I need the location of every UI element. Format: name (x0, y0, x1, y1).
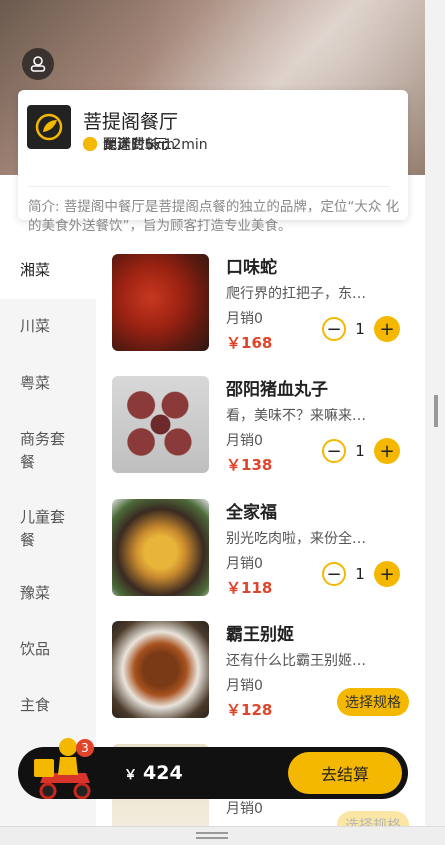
dish-name: 邵阳猪血丸子 (226, 380, 328, 400)
minus-icon: − (326, 563, 342, 585)
vertical-scrollbar[interactable] (425, 0, 445, 844)
currency-symbol: ￥ (226, 334, 242, 352)
shop-logo (27, 105, 71, 149)
dish-sales: 月销0 (226, 433, 263, 449)
category-label: 儿童套餐 (20, 508, 66, 549)
dish-price: ￥138 (226, 454, 272, 475)
dish-sales: 月销0 (226, 556, 263, 572)
category-item-chuan[interactable]: 川菜 (0, 315, 96, 338)
card-divider (28, 186, 390, 187)
shop-info-card: 菩提阁餐厅 距离1.5km 配送费6元 预计时长 12min 简介: 菩提阁中餐… (18, 90, 408, 234)
dish-sales: 月销0 (226, 678, 263, 694)
minus-icon: − (326, 318, 342, 340)
scroll-grip-icon[interactable] (434, 395, 438, 427)
plus-icon: + (379, 440, 395, 462)
dish-image (112, 621, 209, 718)
dish-image (112, 376, 209, 473)
shop-name: 菩提阁餐厅 (83, 111, 179, 133)
dish-image (112, 499, 209, 596)
dish-item[interactable]: 霸王别姬 还有什么比霸王别姬… 月销0 ￥128 选择规格 (96, 610, 425, 732)
currency-symbol: ￥ (226, 579, 242, 597)
cart-bar: 3 ￥ 424 去结算 (18, 738, 408, 800)
quantity-stepper: − 1 + (322, 561, 400, 587)
dish-item[interactable]: 邵阳猪血丸子 看，美味不？来嘛来… 月销0 ￥138 − 1 + (96, 365, 425, 487)
currency-symbol: ￥ (226, 701, 242, 719)
category-label: 川菜 (20, 317, 51, 335)
cart-total: ￥ 424 (124, 762, 183, 784)
category-item-yu[interactable]: 豫菜 (0, 582, 96, 605)
decrease-button[interactable]: − (322, 562, 346, 586)
dish-price: ￥128 (226, 699, 272, 720)
resize-grip-icon[interactable] (196, 832, 228, 839)
currency-symbol: ￥ (226, 456, 242, 474)
price-value: 128 (241, 701, 273, 719)
quantity-stepper: − 1 + (322, 316, 400, 342)
category-label: 商务套餐 (20, 430, 66, 471)
quantity-value: 1 (355, 442, 365, 460)
checkout-button[interactable]: 去结算 (288, 752, 402, 794)
select-spec-button[interactable]: 选择规格 (337, 811, 409, 826)
category-item-staple[interactable]: 主食 (0, 694, 96, 717)
decrease-button[interactable]: − (322, 439, 346, 463)
plus-icon: + (379, 318, 395, 340)
delivery-fee-text: 配送费6元 (103, 137, 168, 153)
category-label: 湘菜 (20, 261, 51, 279)
dish-desc: 看，美味不？来嘛来… (226, 408, 366, 424)
category-item-xiang[interactable]: 湘菜 (0, 243, 96, 299)
price-value: 118 (241, 579, 273, 597)
total-amount: 424 (143, 762, 183, 784)
bottom-resize-bar[interactable] (0, 826, 445, 845)
leaf-logo-icon (35, 113, 63, 141)
dish-desc: 别光吃肉啦，来份全… (226, 531, 366, 547)
dish-price: ￥118 (226, 577, 272, 598)
dish-price: ￥168 (226, 332, 272, 353)
dish-item[interactable]: 全家福 别光吃肉啦，来份全… 月销0 ￥118 − 1 + (96, 488, 425, 610)
category-label: 主食 (20, 696, 51, 714)
user-icon (30, 56, 46, 72)
shop-meta: 距离1.5km 配送费6元 预计时长 12min (83, 135, 401, 156)
price-value: 138 (241, 456, 273, 474)
dish-desc: 爬行界的扛把子，东… (226, 286, 366, 302)
user-avatar[interactable] (22, 48, 54, 80)
dish-item[interactable]: 口味蛇 爬行界的扛把子，东… 月销0 ￥168 − 1 + (96, 243, 425, 365)
category-item-yue[interactable]: 粤菜 (0, 372, 96, 395)
decrease-button[interactable]: − (322, 317, 346, 341)
category-label: 饮品 (20, 640, 51, 658)
category-item-kids-set[interactable]: 儿童套餐 (0, 506, 96, 552)
category-item-drinks[interactable]: 饮品 (0, 638, 96, 661)
shop-intro: 简介: 菩提阁中餐厅是菩提阁点餐的独立的品牌，定位“大众 化的美食外送餐饮”，旨… (28, 199, 400, 234)
cart-count-badge: 3 (76, 739, 94, 757)
dish-sales: 月销0 (226, 311, 263, 327)
category-label: 豫菜 (20, 584, 51, 602)
increase-button[interactable]: + (374, 438, 400, 464)
currency-symbol: ￥ (124, 768, 138, 783)
price-value: 168 (241, 334, 273, 352)
dish-image (112, 254, 209, 351)
category-item-business-set[interactable]: 商务套餐 (0, 428, 96, 474)
bag-icon (83, 137, 97, 151)
category-label: 粤菜 (20, 374, 51, 392)
increase-button[interactable]: + (374, 561, 400, 587)
plus-icon: + (379, 563, 395, 585)
select-spec-button[interactable]: 选择规格 (337, 688, 409, 716)
quantity-value: 1 (355, 565, 365, 583)
increase-button[interactable]: + (374, 316, 400, 342)
dish-desc: 还有什么比霸王别姬… (226, 653, 366, 669)
dish-sales: 月销0 (226, 801, 263, 817)
minus-icon: − (326, 440, 342, 462)
dish-list: 口味蛇 爬行界的扛把子，东… 月销0 ￥168 − 1 + 邵阳猪血丸子 看，美… (96, 243, 425, 826)
dish-name: 霸王别姬 (226, 625, 294, 645)
dish-name: 全家福 (226, 503, 277, 523)
quantity-value: 1 (355, 320, 365, 338)
quantity-stepper: − 1 + (322, 438, 400, 464)
